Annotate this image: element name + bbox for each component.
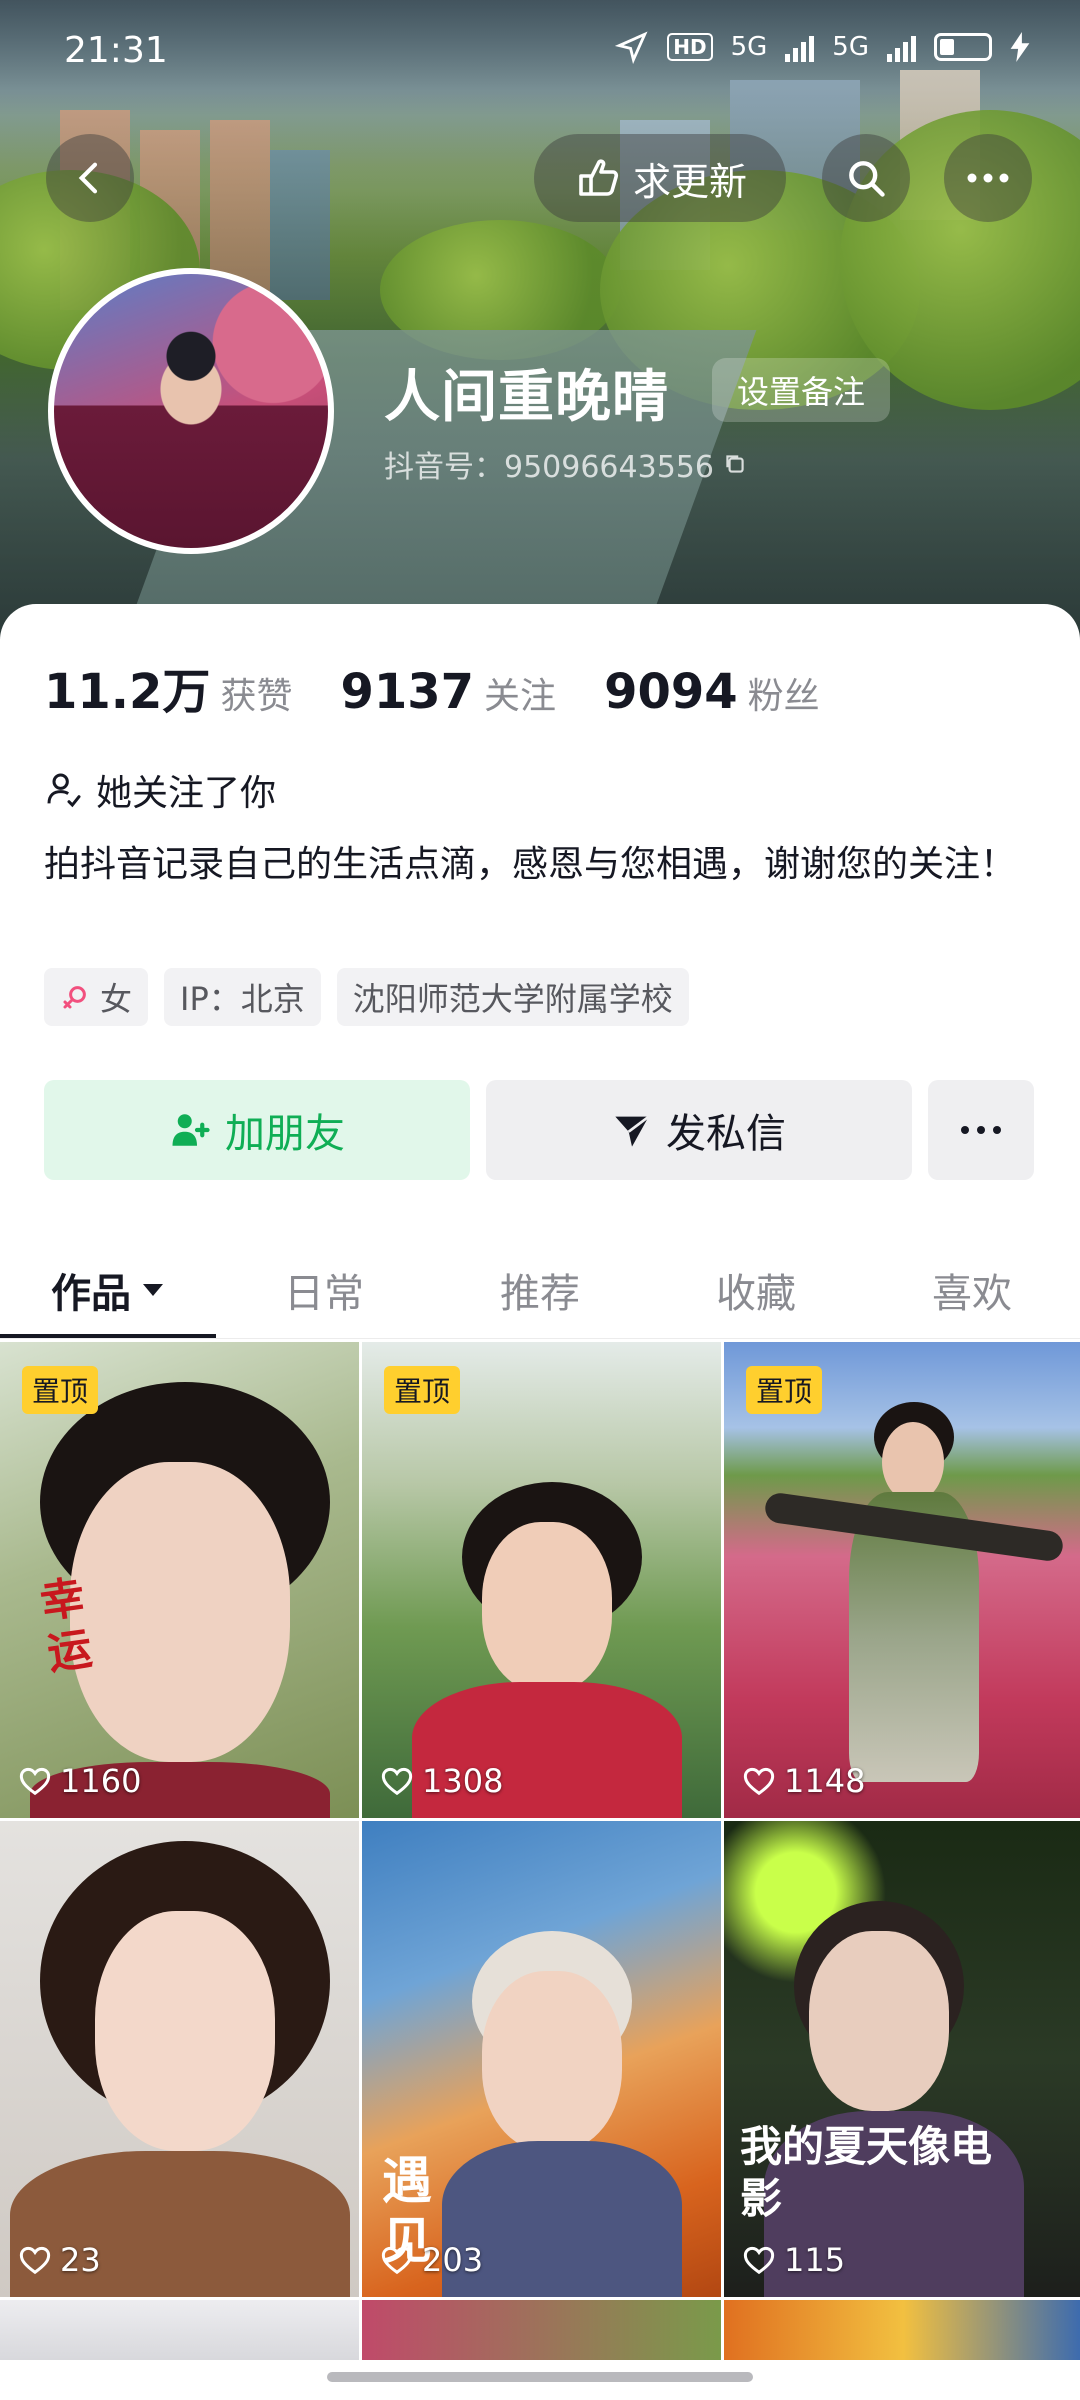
- battery-icon: [934, 33, 992, 61]
- like-count-value: 1308: [422, 1762, 504, 1800]
- video-thumbnail[interactable]: [362, 2300, 721, 2360]
- tag-gender: 女: [44, 968, 149, 1026]
- video-thumbnail[interactable]: [0, 2300, 359, 2360]
- video-thumbnail[interactable]: 遇见 203: [362, 1821, 721, 2297]
- heart-icon: [381, 2246, 413, 2275]
- follows-you-text: 她关注了你: [96, 773, 277, 814]
- more-horizontal-icon: [961, 1126, 1001, 1134]
- stat-likes-label: 获赞: [220, 676, 293, 717]
- video-grid: 幸运 置顶 1160 置顶 1308 置顶 1148 23 遇见 203 我的夏…: [0, 1342, 1080, 2360]
- send-icon: [615, 1115, 650, 1147]
- actions-more-button[interactable]: [928, 1080, 1034, 1180]
- tab-recommended[interactable]: 推荐: [432, 1240, 648, 1340]
- video-thumbnail[interactable]: 置顶 1148: [724, 1342, 1080, 1818]
- like-count: 1308: [380, 1762, 503, 1800]
- video-thumbnail[interactable]: 置顶 1308: [362, 1342, 721, 1818]
- video-overlay-text: 幸运: [37, 1571, 96, 1681]
- network-5g-label-2: 5G: [832, 32, 869, 62]
- tab-daily[interactable]: 日常: [216, 1240, 432, 1340]
- profile-nickname: 人间重晚晴: [384, 365, 669, 430]
- tab-works[interactable]: 作品: [0, 1240, 216, 1340]
- tabs-divider: [0, 1338, 1080, 1339]
- like-count: 23: [18, 2241, 101, 2279]
- caret-down-icon: [143, 1284, 163, 1296]
- heart-icon: [381, 1767, 413, 1796]
- profile-tabs: 作品 日常 推荐 收藏 喜欢: [0, 1240, 1080, 1340]
- status-bar: 21:31 HD 5G 5G: [0, 0, 1080, 100]
- add-friend-button[interactable]: 加朋友: [44, 1080, 470, 1180]
- female-icon: [63, 986, 86, 1009]
- profile-bio: 拍抖音记录自己的生活点滴，感恩与您相遇，谢谢您的关注！: [44, 844, 1017, 885]
- heart-icon: [743, 1767, 775, 1796]
- more-horizontal-icon: [967, 173, 1009, 183]
- like-count: 1160: [18, 1762, 141, 1800]
- avatar[interactable]: [48, 268, 334, 554]
- send-message-label: 发私信: [666, 1111, 786, 1157]
- video-thumbnail[interactable]: 幸运 置顶 1160: [0, 1342, 359, 1818]
- more-options-button[interactable]: [944, 134, 1032, 222]
- stat-following-label: 关注: [484, 676, 557, 717]
- like-count: 203: [380, 2241, 483, 2279]
- pinned-badge: 置顶: [22, 1366, 99, 1414]
- profile-stats: 11.2万 获赞 9137 关注 9094 粉丝: [44, 652, 868, 722]
- network-5g-label: 5G: [730, 32, 768, 62]
- like-count-value: 1148: [784, 1762, 866, 1800]
- heart-icon: [743, 2246, 775, 2275]
- tab-liked[interactable]: 喜欢: [864, 1240, 1080, 1340]
- back-button[interactable]: [46, 134, 134, 222]
- stat-following-value: 9137: [340, 664, 475, 720]
- video-thumbnail[interactable]: [724, 2300, 1080, 2360]
- request-update-label: 求更新: [632, 159, 747, 204]
- search-icon: [849, 161, 885, 197]
- heart-icon: [19, 1767, 51, 1796]
- profile-actions: 加朋友 发私信: [44, 1080, 1034, 1180]
- like-count-value: 203: [422, 2241, 484, 2279]
- home-indicator[interactable]: [327, 2372, 753, 2382]
- send-message-button[interactable]: 发私信: [486, 1080, 912, 1180]
- add-friend-label: 加朋友: [225, 1111, 345, 1157]
- copy-icon: [726, 455, 744, 473]
- user-follow-icon: [47, 773, 81, 808]
- hd-voice-icon: HD: [667, 33, 713, 61]
- stat-followers[interactable]: 9094 粉丝: [604, 664, 820, 720]
- douyin-id[interactable]: 抖音号：95096643556: [384, 442, 748, 486]
- video-thumbnail[interactable]: 我的夏天像电影 115: [724, 1821, 1080, 2297]
- tag-ip: IP：北京: [164, 968, 321, 1026]
- signal-icon-2: [887, 32, 916, 62]
- video-overlay-text: 我的夏天像电影: [740, 2122, 993, 2223]
- stat-following[interactable]: 9137 关注: [340, 664, 556, 720]
- stat-likes-value: 11.2万: [44, 664, 211, 720]
- video-thumbnail[interactable]: 23: [0, 1821, 359, 2297]
- follows-you-note: 她关注了你: [44, 764, 276, 816]
- tab-favorites[interactable]: 收藏: [648, 1240, 864, 1340]
- charging-icon: [1010, 32, 1030, 62]
- heart-icon: [19, 2246, 51, 2275]
- tab-works-label: 作品: [51, 1271, 131, 1317]
- like-count: 1148: [742, 1762, 865, 1800]
- signal-icon: [785, 32, 815, 62]
- add-user-icon: [172, 1114, 210, 1146]
- status-time: 21:31: [64, 30, 168, 71]
- location-icon: [615, 31, 648, 64]
- like-count-value: 1160: [60, 1762, 142, 1800]
- request-update-button[interactable]: 求更新: [534, 134, 786, 222]
- like-count-value: 23: [60, 2241, 101, 2279]
- like-count: 115: [742, 2241, 845, 2279]
- tag-gender-text: 女: [100, 980, 133, 1018]
- hand-point-icon: [579, 159, 619, 196]
- douyin-id-text: 抖音号：95096643556: [384, 450, 714, 485]
- set-remark-button[interactable]: 设置备注: [712, 358, 890, 422]
- pinned-badge: 置顶: [746, 1366, 823, 1414]
- like-count-value: 115: [784, 2241, 846, 2279]
- tag-school[interactable]: 沈阳师范大学附属学校: [336, 968, 689, 1026]
- status-icons: HD 5G 5G: [615, 30, 1030, 64]
- stat-followers-value: 9094: [604, 664, 738, 720]
- stat-likes[interactable]: 11.2万 获赞: [44, 652, 292, 722]
- search-button[interactable]: [822, 134, 910, 222]
- pinned-badge: 置顶: [384, 1366, 461, 1414]
- stat-followers-label: 粉丝: [747, 676, 820, 717]
- chevron-left-icon: [78, 162, 98, 194]
- profile-tags: 女 IP：北京 沈阳师范大学附属学校: [44, 968, 689, 1026]
